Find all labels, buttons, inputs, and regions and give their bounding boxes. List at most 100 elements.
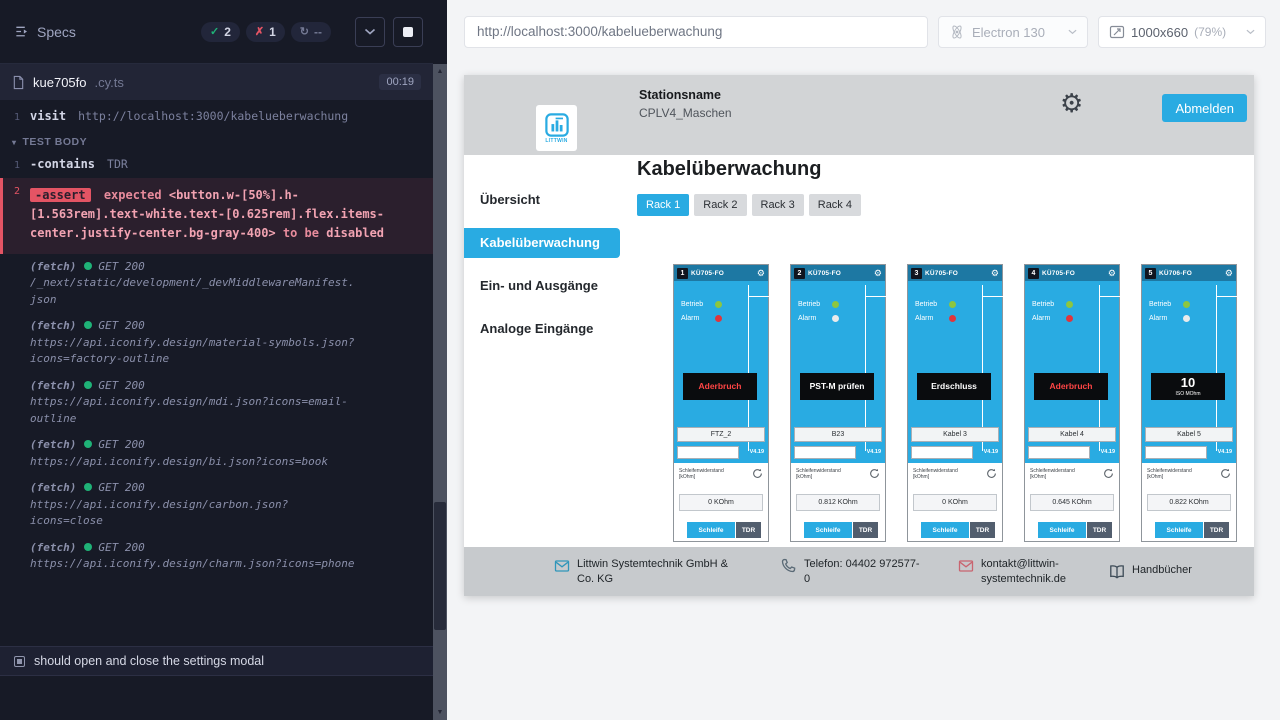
betrieb-status-row: Betrieb [915, 301, 956, 308]
refresh-icon[interactable] [752, 468, 763, 479]
browser-selector[interactable]: Electron 130 [938, 16, 1088, 48]
cable-label-field[interactable]: B23 [794, 427, 882, 442]
nav-item[interactable]: Ein- und Ausgänge [464, 271, 620, 301]
fetch-method-status: GET 200 [98, 481, 144, 494]
fetch-label: (fetch) [30, 379, 76, 392]
fetch-log-entry[interactable]: (fetch)GET 200 https://api.iconify.desig… [0, 313, 433, 373]
chevron-down-icon [1246, 29, 1255, 35]
tdr-button[interactable]: TDR [1204, 522, 1229, 538]
device-settings-gear-icon[interactable]: ⚙ [991, 269, 999, 278]
footer-text: Handbücher [1132, 563, 1192, 577]
device-settings-gear-icon[interactable]: ⚙ [1225, 269, 1233, 278]
command-number: 1 [0, 160, 30, 171]
failed-assertion-entry[interactable]: 2 -assert expected <button.w-[50%].h-[1.… [0, 178, 433, 254]
status-display: PST-M prüfen [800, 373, 874, 400]
specs-menu-button[interactable]: Specs [14, 24, 76, 40]
footer-contact-item[interactable]: kontakt@littwin-systemtechnik.de [958, 557, 1073, 586]
device-settings-gear-icon[interactable]: ⚙ [1108, 269, 1116, 278]
status-subtext: ISO MOhm [1175, 391, 1200, 397]
label-input[interactable] [677, 446, 739, 459]
command-name: visit [30, 109, 66, 123]
scrollbar-thumb[interactable] [434, 502, 446, 630]
device-model: KÜ705-FO [808, 270, 841, 277]
device-settings-gear-icon[interactable]: ⚙ [757, 269, 765, 278]
cable-label-field[interactable]: Kabel 5 [1145, 427, 1233, 442]
rack-tab[interactable]: Rack 4 [809, 194, 861, 216]
label-input[interactable] [794, 446, 856, 459]
fetch-log-entry[interactable]: (fetch)GET 200 https://api.iconify.desig… [0, 373, 433, 433]
firmware-version: V4.19 [984, 449, 998, 455]
tdr-button[interactable]: TDR [970, 522, 995, 538]
tdr-button[interactable]: TDR [736, 522, 761, 538]
command-log-entry[interactable]: 1 -contains TDR [0, 154, 433, 174]
cable-diagram-tick [865, 296, 886, 297]
refresh-icon[interactable] [986, 468, 997, 479]
footer-icon [1109, 564, 1125, 580]
url-input[interactable]: http://localhost:3000/kabelueberwachung [464, 16, 928, 48]
settings-gear-icon[interactable]: ⚙ [1060, 90, 1083, 116]
status-text: PST-M prüfen [810, 382, 865, 391]
label-input[interactable] [1145, 446, 1207, 459]
footer-text: kontakt@littwin-systemtechnik.de [981, 557, 1073, 586]
alarm-status-row: Alarm [681, 315, 722, 322]
nav-item[interactable]: Übersicht [464, 185, 620, 215]
device-number-badge: 4 [1028, 268, 1039, 279]
label-input[interactable] [911, 446, 973, 459]
rack-tabs: Rack 1Rack 2 Rack 3Rack 4 [637, 194, 1254, 216]
refresh-icon[interactable] [1220, 468, 1231, 479]
footer-contact-item[interactable]: Littwin Systemtechnik GmbH & Co. KG [554, 557, 745, 586]
next-test-row[interactable]: should open and close the settings modal [0, 646, 433, 676]
command-args: http://localhost:3000/kabelueberwachung [78, 109, 348, 123]
footer-text: Telefon: 04402 972577-0 [804, 557, 922, 586]
cable-label-field[interactable]: FTZ_2 [677, 427, 765, 442]
alarm-led [1183, 315, 1190, 322]
viewport-selector[interactable]: 1000x660 (79%) [1098, 16, 1266, 48]
fetch-url: /_next/static/development/_devMiddleware… [30, 275, 360, 308]
cable-label-field[interactable]: Kabel 4 [1028, 427, 1116, 442]
station-name: CPLV4_Maschen [639, 106, 732, 120]
rack-tab[interactable]: Rack 1 [637, 194, 689, 216]
schleife-button[interactable]: Schleife [921, 522, 969, 538]
collapse-reporter-button[interactable] [355, 17, 385, 47]
reporter-scrollbar[interactable]: ▲ ▼ [433, 64, 447, 720]
betrieb-led [715, 301, 722, 308]
scroll-down-arrow-icon[interactable]: ▼ [433, 709, 447, 716]
rack-tab[interactable]: Rack 3 [752, 194, 804, 216]
device-settings-gear-icon[interactable]: ⚙ [874, 269, 882, 278]
footer-contact-item[interactable]: Handbücher [1109, 563, 1192, 580]
label-input[interactable] [1028, 446, 1090, 459]
alarm-led [715, 315, 722, 322]
command-args: TDR [107, 157, 128, 171]
command-log-entry[interactable]: 1 visit http://localhost:3000/kabelueber… [0, 106, 433, 126]
schleife-button[interactable]: Schleife [687, 522, 735, 538]
cable-label-field[interactable]: Kabel 3 [911, 427, 999, 442]
nav-item[interactable]: Analoge Eingänge [464, 314, 620, 344]
fetch-log-entry[interactable]: (fetch)GET 200 https://api.iconify.desig… [0, 432, 433, 475]
fetch-log-entry[interactable]: (fetch)GET 200 /_next/static/development… [0, 254, 433, 314]
spec-file-row[interactable]: kue705fo .cy.ts 00:19 [0, 64, 433, 100]
logout-button[interactable]: Abmelden [1162, 94, 1247, 122]
tdr-button[interactable]: TDR [1087, 522, 1112, 538]
rack-tab[interactable]: Rack 2 [694, 194, 746, 216]
refresh-icon: ↻ [300, 25, 309, 38]
app-header: LITTWIN Stationsname CPLV4_Maschen ⚙ Abm… [464, 75, 1254, 155]
test-body-section-header[interactable]: ▾ TEST BODY [0, 126, 433, 154]
device-card-titlebar: 4 KÜ705-FO ⚙ [1025, 265, 1119, 281]
assertion-message: -assert expected <button.w-[50%].h-[1.56… [30, 186, 385, 244]
chevron-down-icon [364, 28, 376, 35]
footer-icon [781, 558, 797, 574]
schleife-button[interactable]: Schleife [1038, 522, 1086, 538]
fetch-url: https://api.iconify.design/carbon.json?i… [30, 497, 360, 530]
nav-item[interactable]: Kabelüberwachung [464, 228, 620, 258]
tdr-button[interactable]: TDR [853, 522, 878, 538]
schleife-button[interactable]: Schleife [1155, 522, 1203, 538]
footer-contact-item[interactable]: Telefon: 04402 972577-0 [781, 557, 922, 586]
refresh-icon[interactable] [869, 468, 880, 479]
fetch-log-entry[interactable]: (fetch)GET 200 https://api.iconify.desig… [0, 475, 433, 535]
schleife-button[interactable]: Schleife [804, 522, 852, 538]
refresh-icon[interactable] [1103, 468, 1114, 479]
stop-tests-button[interactable] [393, 17, 423, 47]
scroll-up-arrow-icon[interactable]: ▲ [433, 68, 447, 75]
alarm-status-row: Alarm [1149, 315, 1190, 322]
fetch-log-entry[interactable]: (fetch)GET 200 https://api.iconify.desig… [0, 535, 433, 578]
